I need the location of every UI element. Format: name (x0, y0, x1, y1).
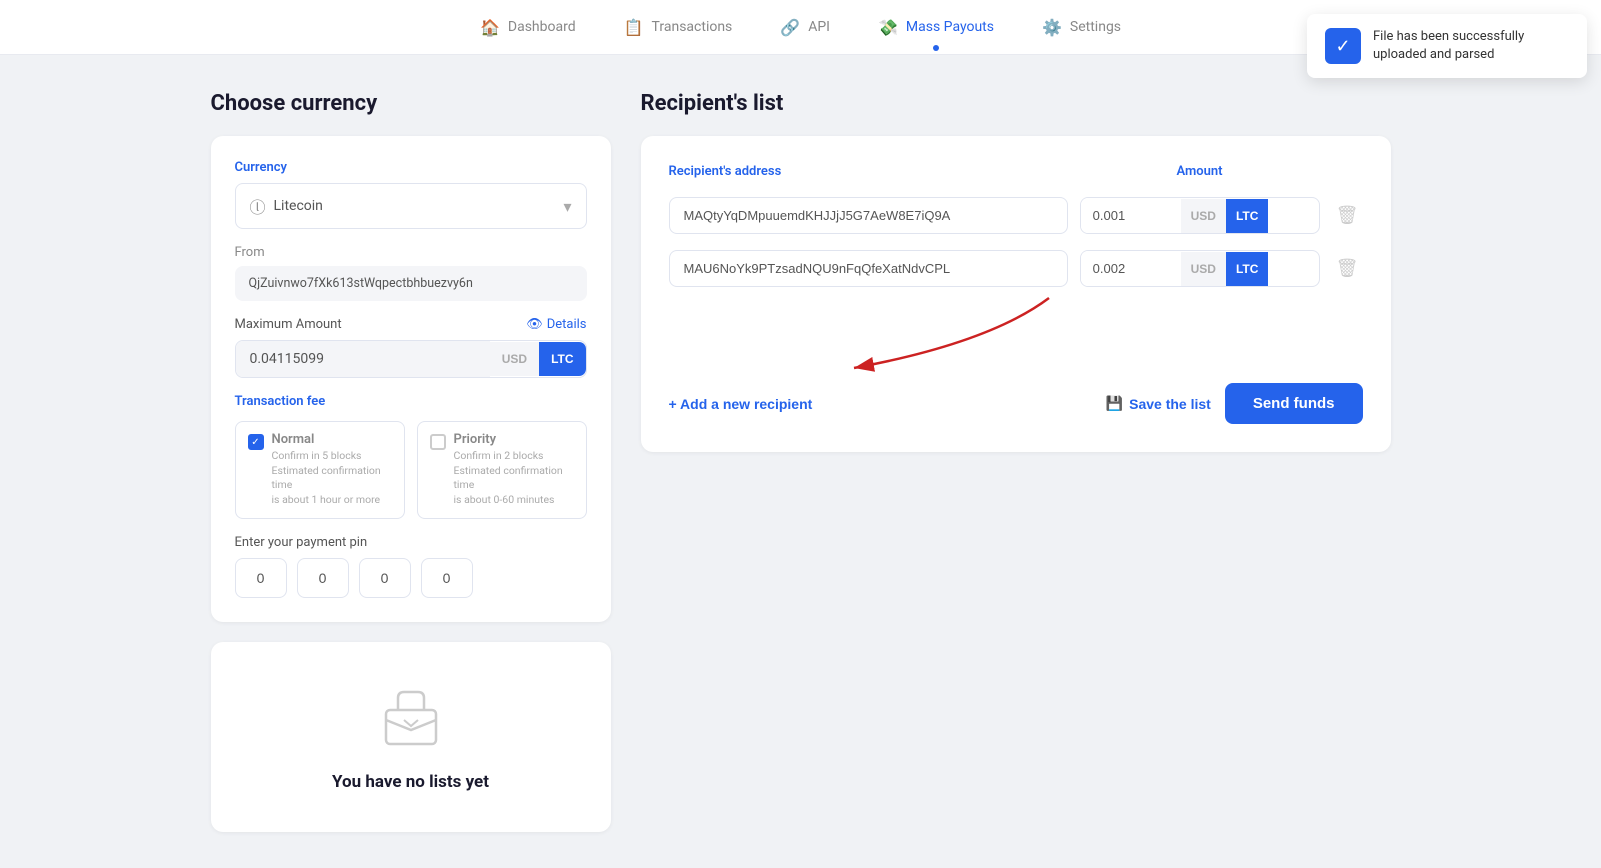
nav-settings[interactable]: ⚙️ Settings (1038, 0, 1125, 55)
amount-group-2: USD LTC (1080, 250, 1320, 287)
mass-payouts-icon: 💸 (878, 18, 898, 37)
amount-group-1: USD LTC (1080, 197, 1320, 234)
api-icon: 🔗 (780, 18, 800, 37)
currency-toggle: USD LTC (490, 341, 586, 377)
toast-check-icon: ✓ (1325, 28, 1361, 64)
settings-icon: ⚙️ (1042, 18, 1062, 37)
toast-message: File has been successfully uploaded and … (1373, 28, 1569, 64)
ltc-btn-1[interactable]: LTC (1226, 199, 1268, 233)
usd-toggle-btn[interactable]: USD (490, 342, 539, 376)
main-content: Choose currency Currency ⓛ Litecoin ▾ Fr… (151, 55, 1451, 868)
currency-name: Litecoin (274, 198, 556, 214)
amount-input-2[interactable] (1081, 251, 1181, 286)
delete-row-1-btn[interactable]: 🗑 (1332, 201, 1363, 230)
recipient-row-2: USD LTC 🗑 (669, 250, 1363, 287)
usd-btn-2[interactable]: USD (1181, 252, 1226, 286)
currency-label: Currency (235, 160, 587, 175)
recipient-row-1: USD LTC 🗑 (669, 197, 1363, 234)
arrow-svg (669, 293, 1363, 383)
right-panel: Recipient's list Recipient's address Amo… (641, 91, 1391, 832)
ltc-toggle-btn[interactable]: LTC (539, 342, 585, 376)
delete-row-2-btn[interactable]: 🗑 (1332, 254, 1363, 283)
address-input-1[interactable] (669, 197, 1068, 234)
right-actions: 💾 Save the list Send funds (1106, 383, 1363, 424)
normal-fee-detail: Confirm in 5 blocksEstimated confirmatio… (272, 449, 392, 508)
fee-options: ✓ Normal Confirm in 5 blocksEstimated co… (235, 421, 587, 519)
priority-checkbox[interactable] (430, 434, 446, 450)
litecoin-icon: ⓛ (250, 194, 266, 218)
pin-label: Enter your payment pin (235, 535, 587, 550)
fee-priority-option[interactable]: Priority Confirm in 2 blocksEstimated co… (417, 421, 587, 519)
nav-dashboard[interactable]: 🏠 Dashboard (476, 0, 580, 55)
amount-input-1[interactable] (1081, 198, 1181, 233)
normal-fee-name: Normal (272, 432, 392, 447)
recipients-title: Recipient's list (641, 91, 1391, 116)
recipients-card: Recipient's address Amount USD LTC 🗑 (641, 136, 1391, 452)
recipients-header: Recipient's address Amount (669, 164, 1363, 179)
save-list-btn[interactable]: 💾 Save the list (1106, 395, 1211, 412)
pin-input-1[interactable] (235, 558, 287, 598)
home-icon: 🏠 (480, 18, 500, 37)
no-lists-card: You have no lists yet (211, 642, 611, 832)
from-label: From (235, 245, 587, 260)
details-link[interactable]: 👁 Details (526, 317, 586, 332)
actions-row: + Add a new recipient 💾 Save the list Se… (669, 383, 1363, 424)
add-recipient-btn[interactable]: + Add a new recipient (669, 396, 813, 412)
amount-col-label: Amount (1176, 164, 1222, 179)
max-amount-field: 0.04115099 USD LTC (235, 340, 587, 378)
currency-card: Currency ⓛ Litecoin ▾ From QjZuivnwo7fXk… (211, 136, 611, 622)
eye-icon: 👁 (526, 317, 543, 332)
transactions-icon: 📋 (624, 18, 644, 37)
pin-input-4[interactable] (421, 558, 473, 598)
tx-fee-label: Transaction fee (235, 394, 587, 409)
pin-inputs (235, 558, 587, 598)
chevron-down-icon: ▾ (563, 197, 571, 216)
empty-box-icon (376, 682, 446, 756)
no-lists-text: You have no lists yet (332, 772, 489, 792)
usd-btn-1[interactable]: USD (1181, 199, 1226, 233)
toast-notification: ✓ File has been successfully uploaded an… (1307, 14, 1587, 78)
pin-input-3[interactable] (359, 558, 411, 598)
fee-normal-option[interactable]: ✓ Normal Confirm in 5 blocksEstimated co… (235, 421, 405, 519)
priority-fee-name: Priority (454, 432, 574, 447)
ltc-btn-2[interactable]: LTC (1226, 252, 1268, 286)
save-icon: 💾 (1106, 395, 1123, 412)
normal-checkbox[interactable]: ✓ (248, 434, 264, 450)
arrow-annotation (669, 293, 1363, 383)
from-address: QjZuivnwo7fXk613stWqpectbhbuezvy6n (235, 266, 587, 301)
priority-fee-detail: Confirm in 2 blocksEstimated confirmatio… (454, 449, 574, 508)
address-col-label: Recipient's address (669, 164, 782, 179)
pin-input-2[interactable] (297, 558, 349, 598)
address-input-2[interactable] (669, 250, 1068, 287)
nav-mass-payouts[interactable]: 💸 Mass Payouts (874, 0, 998, 55)
nav-transactions[interactable]: 📋 Transactions (620, 0, 737, 55)
max-amount-label: Maximum Amount (235, 317, 342, 332)
nav-api[interactable]: 🔗 API (776, 0, 834, 55)
currency-select[interactable]: ⓛ Litecoin ▾ (235, 183, 587, 229)
send-funds-btn[interactable]: Send funds (1225, 383, 1363, 424)
max-amount-value: 0.04115099 (236, 341, 490, 377)
left-panel: Choose currency Currency ⓛ Litecoin ▾ Fr… (211, 91, 611, 832)
choose-currency-title: Choose currency (211, 91, 611, 116)
